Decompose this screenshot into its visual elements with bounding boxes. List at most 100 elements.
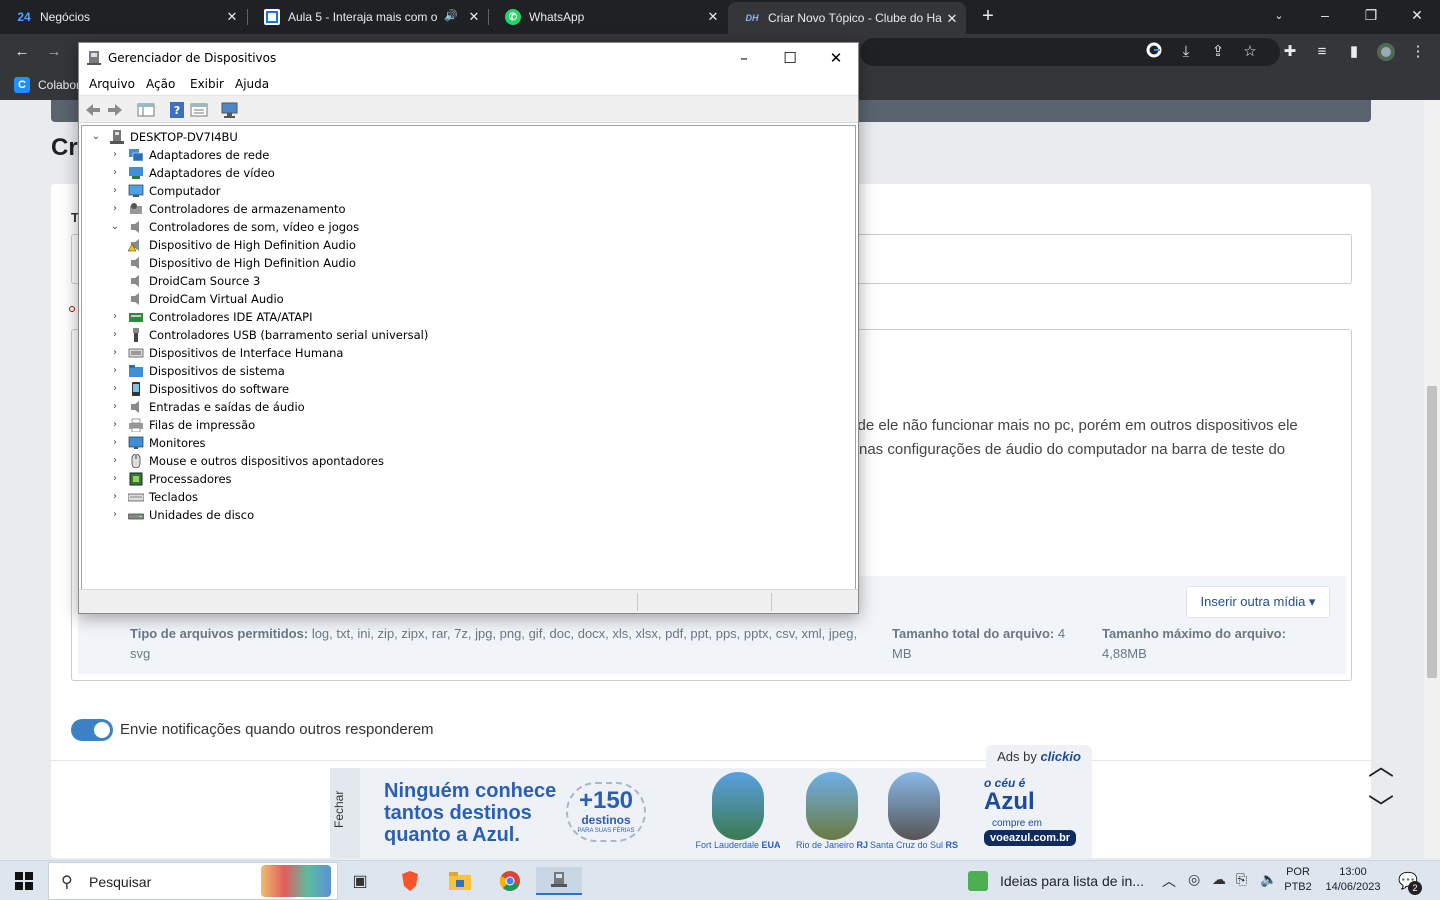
device-category[interactable]: › Computador	[109, 182, 220, 200]
close-tab-icon[interactable]: ✕	[705, 9, 721, 25]
back-icon[interactable]	[84, 101, 102, 119]
tab-negocios[interactable]: 24 Negócios ✕	[0, 0, 246, 34]
expand-chevron-icon[interactable]: ›	[109, 401, 121, 413]
expand-chevron-icon[interactable]: ›	[109, 509, 121, 521]
install-app-icon[interactable]: ⤓	[1176, 42, 1196, 62]
media-controls-icon[interactable]: ≡	[1312, 42, 1332, 62]
device-category[interactable]: › Controladores USB (barramento serial un…	[109, 326, 428, 344]
bookmark-label[interactable]: Colabor	[38, 78, 80, 92]
taskbar-search-box[interactable]: ⚲ Pesquisar	[48, 862, 338, 900]
device-category[interactable]: › Dispositivos de Interface Humana	[109, 344, 343, 362]
device-item[interactable]: Dispositivo de High Definition Audio	[127, 236, 356, 254]
notification-text[interactable]: Ideias para lista de in...	[1000, 873, 1144, 889]
task-view-icon[interactable]: ▣	[346, 867, 374, 895]
insert-media-button[interactable]: Inserir outra mídia ▾	[1186, 586, 1330, 618]
chrome-icon[interactable]	[496, 867, 524, 895]
device-item[interactable]: Dispositivo de High Definition Audio	[128, 254, 356, 272]
back-arrow-icon[interactable]: ←	[12, 42, 32, 62]
collapse-chevron-icon[interactable]: ⌄	[90, 131, 102, 143]
extensions-puzzle-icon[interactable]: ✚	[1280, 42, 1300, 62]
device-manager-titlebar[interactable]: Gerenciador de Dispositivos – ☐ ✕	[79, 43, 858, 73]
scan-hardware-icon[interactable]	[221, 101, 239, 119]
expand-chevron-icon[interactable]: ›	[109, 203, 121, 215]
menu-kebab-icon[interactable]: ⋮	[1408, 42, 1428, 62]
expand-chevron-icon[interactable]: ›	[109, 149, 121, 161]
device-category[interactable]: › Monitores	[109, 434, 206, 452]
google-icon[interactable]	[1144, 42, 1164, 62]
device-manager-taskbar-icon[interactable]	[536, 867, 582, 895]
volume-icon[interactable]: 🔈	[1260, 871, 1277, 888]
expand-chevron-icon[interactable]: ›	[109, 491, 121, 503]
page-scrollbar[interactable]	[1424, 100, 1440, 858]
menu-ajuda[interactable]: Ajuda	[235, 77, 269, 91]
file-explorer-icon[interactable]	[446, 867, 474, 895]
colaborador-bookmark-icon[interactable]: C	[14, 77, 30, 93]
close-tab-icon[interactable]: ✕	[224, 9, 240, 25]
network-icon[interactable]: ⎘	[1236, 871, 1247, 888]
meet-now-icon[interactable]: ◎	[1188, 871, 1200, 888]
expand-chevron-icon[interactable]: ›	[109, 419, 121, 431]
start-windows-icon[interactable]	[10, 867, 38, 895]
close-tab-icon[interactable]: ✕	[466, 9, 482, 25]
new-tab-button[interactable]: +	[976, 4, 1000, 28]
device-category[interactable]: › Dispositivos de sistema	[109, 362, 285, 380]
device-category[interactable]: › Adaptadores de rede	[109, 146, 269, 164]
side-panel-icon[interactable]: ▮	[1344, 42, 1364, 62]
show-hidden-icons-chevron-icon[interactable]: ︿	[1162, 871, 1176, 891]
language-indicator[interactable]: POR PTB2	[1280, 865, 1316, 895]
dm-minimize-button[interactable]: –	[721, 43, 767, 73]
help-icon[interactable]: ?	[168, 101, 186, 119]
forward-arrow-icon[interactable]: →	[44, 42, 64, 62]
tree-root[interactable]: ⌄ DESKTOP-DV7I4BU	[90, 128, 238, 146]
bookmark-star-icon[interactable]: ☆	[1240, 42, 1260, 62]
device-category[interactable]: › Controladores IDE ATA/ATAPI	[109, 308, 312, 326]
audio-playing-icon[interactable]: 🔊	[444, 9, 458, 22]
device-category[interactable]: › Controladores de armazenamento	[109, 200, 346, 218]
notification-image-icon[interactable]	[968, 871, 988, 891]
dm-close-button[interactable]: ✕	[813, 43, 859, 73]
expand-chevron-icon[interactable]: ›	[109, 455, 121, 467]
scrollbar-thumb[interactable]	[1427, 386, 1437, 678]
menu-arquivo[interactable]: Arquivo	[89, 77, 135, 91]
show-hide-console-tree-icon[interactable]	[137, 101, 155, 119]
share-icon[interactable]: ⇪	[1208, 42, 1228, 62]
device-item[interactable]: DroidCam Source 3	[128, 272, 260, 290]
expand-chevron-icon[interactable]: ›	[109, 167, 121, 179]
expand-chevron-icon[interactable]: ›	[109, 329, 121, 341]
device-category[interactable]: › Teclados	[109, 488, 198, 506]
close-tab-icon[interactable]: ✕	[944, 11, 960, 27]
device-category[interactable]: › Mouse e outros dispositivos apontadores	[109, 452, 384, 470]
device-category[interactable]: › Filas de impressão	[109, 416, 255, 434]
cloud-icon[interactable]: ☁	[1212, 871, 1226, 888]
expand-chevron-icon[interactable]: ›	[109, 311, 121, 323]
tab-search-chevron-icon[interactable]: ⌄	[1256, 0, 1302, 30]
collapse-chevron-icon[interactable]: ⌄	[109, 221, 121, 233]
device-category[interactable]: › Adaptadores de vídeo	[109, 164, 275, 182]
expand-chevron-icon[interactable]: ›	[109, 365, 121, 377]
device-category[interactable]: › Dispositivos do software	[109, 380, 289, 398]
device-item[interactable]: DroidCam Virtual Audio	[128, 290, 284, 308]
brave-browser-icon[interactable]	[396, 867, 424, 895]
ad-close-tab[interactable]: Fechar	[330, 768, 360, 858]
notify-toggle[interactable]	[71, 719, 113, 741]
profile-avatar[interactable]	[1376, 42, 1396, 62]
scroll-up-chevron-icon[interactable]: ︿	[1368, 746, 1400, 781]
device-category[interactable]: › Unidades de disco	[109, 506, 254, 524]
restore-button[interactable]: ❐	[1348, 0, 1394, 30]
properties-icon[interactable]	[190, 101, 208, 119]
expand-chevron-icon[interactable]: ›	[109, 383, 121, 395]
ad-close-label[interactable]: Fechar	[332, 791, 346, 828]
menu-exibir[interactable]: Exibir	[190, 77, 224, 91]
ad-cta-button[interactable]: voeazul.com.br	[984, 830, 1077, 846]
device-category[interactable]: ⌄ Controladores de som, vídeo e jogos	[109, 218, 359, 236]
forward-icon[interactable]	[106, 101, 124, 119]
expand-chevron-icon[interactable]: ›	[109, 185, 121, 197]
device-category[interactable]: › Processadores	[109, 470, 232, 488]
ad-banner[interactable]: Fechar Ninguém conhece tantos destinos q…	[330, 768, 1092, 858]
scroll-down-chevron-icon[interactable]: ﹀	[1368, 788, 1400, 823]
expand-chevron-icon[interactable]: ›	[109, 473, 121, 485]
tab-clube-do-hardware[interactable]: DH Criar Novo Tópico - Clube do Ha ✕	[728, 2, 966, 34]
menu-acao[interactable]: Ação	[146, 77, 175, 91]
minimize-button[interactable]: –	[1302, 0, 1348, 30]
device-category[interactable]: › Entradas e saídas de áudio	[109, 398, 305, 416]
